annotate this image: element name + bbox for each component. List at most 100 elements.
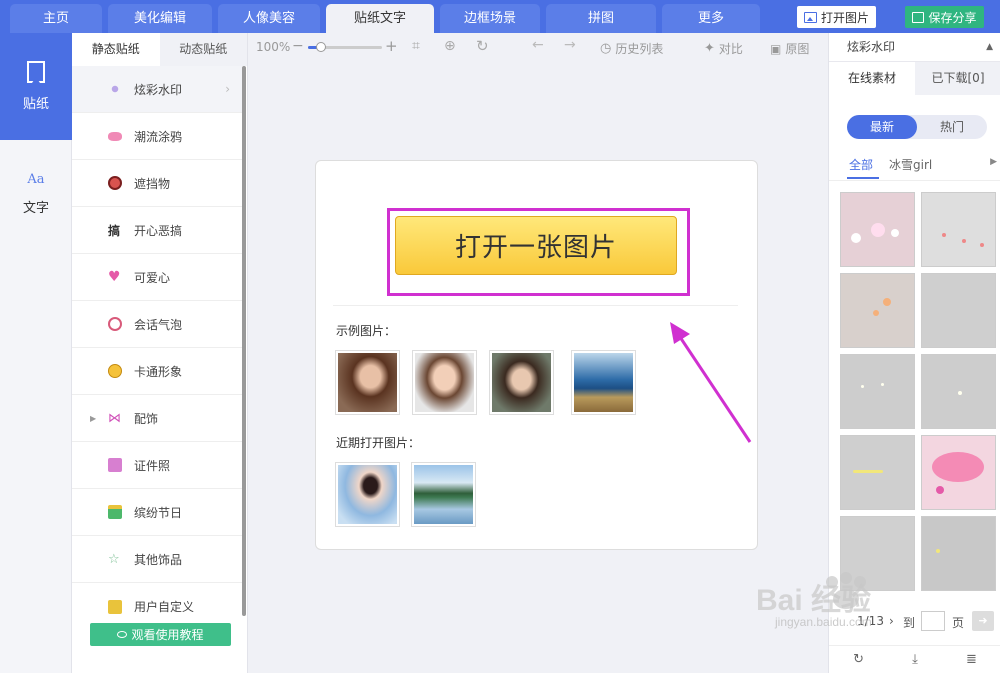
sticker-thumbnail[interactable]	[921, 192, 996, 267]
sample-thumbnail[interactable]	[489, 350, 554, 415]
refresh-icon[interactable]: ↻	[853, 652, 864, 667]
category-item[interactable]: 潮流涂鸦	[72, 113, 242, 160]
star-icon: ☆	[108, 551, 120, 567]
zoom-slider-knob[interactable]	[316, 42, 326, 52]
sticker-thumbnail[interactable]	[921, 354, 996, 429]
crop-icon[interactable]: ⌗	[412, 38, 420, 54]
tab-more[interactable]: 更多	[662, 4, 760, 33]
rail-item-stickers[interactable]: 贴纸	[0, 33, 72, 140]
zoom-slider[interactable]	[308, 42, 382, 52]
chevron-right-icon: ›	[225, 82, 230, 96]
category-item[interactable]: 炫彩水印 ›	[72, 66, 242, 113]
layers-icon[interactable]: ≣	[966, 652, 977, 667]
download-icon[interactable]: ⤓	[912, 652, 918, 667]
lips-icon	[108, 131, 122, 141]
filter-all[interactable]: 全部	[849, 156, 873, 173]
category-item[interactable]: 遮挡物	[72, 160, 242, 207]
magnify-icon[interactable]: ⊕	[444, 38, 456, 54]
watermark-url: jingyan.baidu.com	[775, 615, 872, 629]
sticker-thumbnail[interactable]	[921, 516, 996, 591]
watch-tutorial-label: 观看使用教程	[131, 628, 204, 642]
sticker-thumbnail[interactable]	[840, 273, 915, 348]
tab-frames-scenes[interactable]: 边框场景	[440, 4, 540, 33]
rail-item-text[interactable]: Aa 文字	[0, 140, 72, 247]
original-label: 原图	[785, 42, 810, 56]
sticker-category-select[interactable]: 炫彩水印 ▲	[829, 33, 1000, 62]
original-image-button[interactable]: ▣ 原图	[770, 40, 809, 57]
history-list-button[interactable]: ◷ 历史列表	[600, 40, 663, 57]
rotate-icon[interactable]: ↻	[476, 37, 489, 55]
sample-thumbnail[interactable]	[571, 350, 636, 415]
tab-online-assets[interactable]: 在线素材	[829, 62, 915, 95]
tab-stickers-text[interactable]: 贴纸文字	[326, 4, 434, 33]
category-item[interactable]: 证件照	[72, 442, 242, 489]
category-label: 卡通形象	[134, 364, 183, 379]
tab-portrait-beauty[interactable]: 人像美容	[218, 4, 320, 33]
filter-snow-girl[interactable]: 冰雪girl	[889, 156, 932, 173]
category-label: 其他饰品	[134, 552, 183, 567]
sticker-thumbnail[interactable]	[921, 273, 996, 348]
category-item[interactable]: 卡通形象	[72, 348, 242, 395]
save-share-button[interactable]: 保存分享	[905, 6, 984, 28]
sticker-thumbnail[interactable]	[840, 354, 915, 429]
sample-thumbnail[interactable]	[412, 350, 477, 415]
zoom-level: 100%	[256, 40, 291, 54]
heart-icon: ♥	[108, 269, 121, 285]
subtab-static-stickers[interactable]: 静态贴纸	[72, 33, 160, 66]
category-label: 证件照	[134, 458, 171, 473]
subtab-animated-stickers[interactable]: 动态贴纸	[159, 33, 247, 66]
tab-beautify-edit[interactable]: 美化编辑	[108, 4, 212, 33]
category-item[interactable]: ♥ 可爱心	[72, 254, 242, 301]
resource-tabs: 在线素材 已下载[0]	[829, 62, 1000, 95]
sticker-thumbnail[interactable]	[921, 435, 996, 510]
zoom-in-button[interactable]: +	[385, 37, 398, 55]
category-item[interactable]: ▶ ⋈ 配饰	[72, 395, 242, 442]
save-share-label: 保存分享	[928, 10, 977, 25]
watch-tutorial-button[interactable]: 观看使用教程	[90, 623, 231, 646]
page-number-input[interactable]	[921, 611, 945, 631]
next-page-icon[interactable]: ›	[889, 614, 894, 628]
tab-downloaded[interactable]: 已下载[0]	[915, 62, 1000, 95]
sort-newest[interactable]: 最新	[847, 115, 917, 139]
recent-thumbnail[interactable]	[411, 462, 476, 527]
divider	[333, 305, 738, 306]
sticker-thumbnail[interactable]	[840, 435, 915, 510]
category-item[interactable]: 缤纷节日	[72, 489, 242, 536]
redo-arrow-icon[interactable]: →	[564, 37, 576, 53]
bow-icon: ⋈	[108, 410, 121, 426]
open-one-image-button[interactable]: 打开一张图片	[395, 216, 677, 275]
sort-popular[interactable]: 热门	[917, 115, 987, 139]
scroll-right-icon[interactable]: ▶	[990, 157, 997, 167]
undo-arrow-icon[interactable]: ←	[532, 37, 544, 53]
recent-thumbnail[interactable]	[335, 462, 400, 527]
sample-thumbnail[interactable]	[335, 350, 400, 415]
sticker-thumbnail[interactable]	[840, 192, 915, 267]
annotation-arrow-icon	[670, 322, 752, 443]
category-item[interactable]: 搞 开心恶搞	[72, 207, 242, 254]
category-list: 炫彩水印 › 潮流涂鸦 遮挡物 搞 开心恶搞 ♥ 可爱心 会话气泡 卡通形象 ▶	[72, 66, 242, 630]
open-image-button[interactable]: 打开图片	[797, 6, 876, 28]
page-label: 页	[952, 616, 965, 630]
portrait-photo	[415, 353, 474, 412]
sticker-category-panel: 静态贴纸 动态贴纸 炫彩水印 › 潮流涂鸦 遮挡物 搞 开心恶搞 ♥ 可爱心 会…	[72, 33, 248, 673]
open-image-label: 打开图片	[820, 10, 869, 25]
image-icon	[803, 11, 817, 23]
go-page-arrow-icon[interactable]: ➜	[972, 611, 994, 631]
category-label: 配饰	[134, 411, 159, 426]
mask-icon	[108, 176, 122, 190]
category-label: 遮挡物	[134, 176, 171, 191]
zoom-out-button[interactable]: −	[292, 38, 304, 54]
category-scrollbar[interactable]	[242, 66, 246, 616]
select-arrows-icon: ▲	[986, 42, 993, 52]
sparkle-icon	[108, 82, 122, 96]
aa-text-icon: Aa	[27, 171, 45, 187]
category-item[interactable]: 会话气泡	[72, 301, 242, 348]
category-item[interactable]: ☆ 其他饰品	[72, 536, 242, 583]
tab-collage[interactable]: 拼图	[546, 4, 656, 33]
compare-label: 对比	[718, 42, 743, 56]
eye-icon	[117, 631, 128, 638]
clock-icon: ◷	[600, 41, 612, 56]
tab-home[interactable]: 主页	[10, 4, 102, 33]
compare-star-icon: ✦	[704, 41, 715, 56]
compare-button[interactable]: ✦ 对比	[704, 40, 743, 57]
